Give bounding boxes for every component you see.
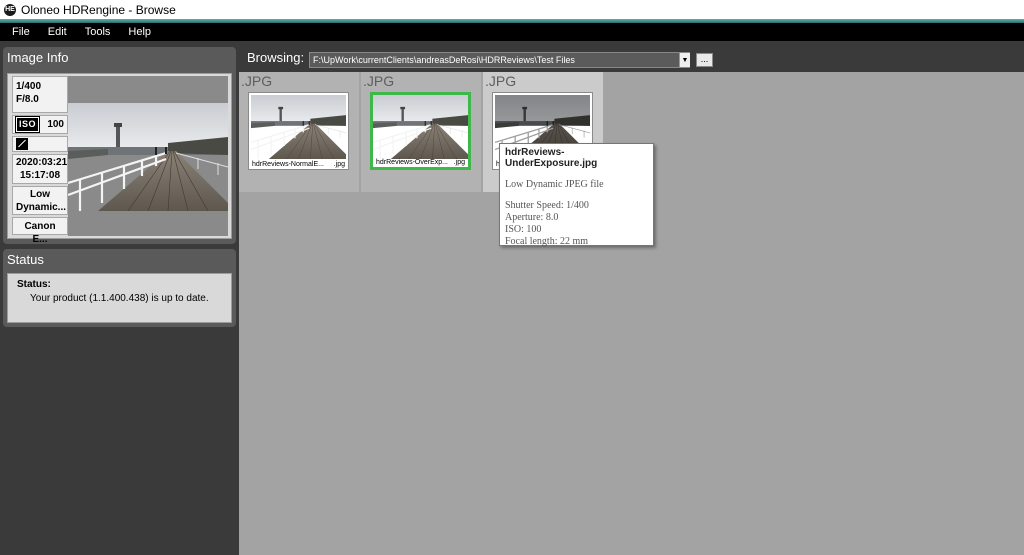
path-dropdown-chevron-icon[interactable]: ▼ [679,53,690,67]
thumbnail-suffix: .jpg [333,161,345,168]
menu-edit[interactable]: Edit [38,26,75,38]
file-info-tooltip: hdrReviews-UnderExposure.jpg Low Dynamic… [499,143,654,247]
iso-icon: ISO [14,116,41,133]
tooltip-shutter: Shutter Speed: 1/400 [505,200,589,211]
status-panel: Status Status: Your product (1.1.400.438… [3,249,236,327]
camera-cell: Canon E... [12,217,68,245]
dynamic-range-cell: Low Dynamic... [12,186,68,215]
file-extension-label: .JPG [363,73,395,89]
exposure-compensation-cell [12,136,68,152]
tooltip-file-type: Low Dynamic JPEG file [505,179,604,190]
status-label: Status: [17,279,51,290]
menu-bar: File Edit Tools Help [0,23,1024,41]
exposure-cell: 1/400 F/8.0 [12,76,68,113]
aperture-value: F/8.0 [16,94,39,105]
thumbnail-suffix: .jpg [453,159,465,166]
status-text: Your product (1.1.400.438) is up to date… [30,293,209,304]
dynamic-line-1: Low [30,189,50,200]
thumbnail-item[interactable]: .JPG hdrReviews-NormalE... .jpg [239,72,359,192]
left-sidebar: Image Info 1/400 F/8.0 ISO 100 2020:03:2… [0,41,239,555]
menu-help[interactable]: Help [118,26,159,38]
thumbnail-frame-selected[interactable]: hdrReviews-OverExp... .jpg [370,92,471,170]
exif-cells: 1/400 F/8.0 ISO 100 2020:03:21 15:17:08 … [12,76,68,245]
dynamic-line-2: Dynamic... [16,202,67,213]
thumbnail-filename: hdrReviews-OverExp... [376,159,448,166]
image-info-content: 1/400 F/8.0 ISO 100 2020:03:21 15:17:08 … [7,73,232,245]
status-content: Status: Your product (1.1.400.438) is up… [7,273,232,323]
path-combobox[interactable]: F:\UpWork\currentClients\andreasDeRosi\H… [309,52,690,68]
app-logo-icon: HE [4,3,16,16]
tooltip-iso: ISO: 100 [505,224,542,235]
status-title: Status [7,252,44,267]
exposure-compensation-icon [16,138,28,150]
menu-file[interactable]: File [0,26,38,38]
tooltip-filename: hdrReviews-UnderExposure.jpg [505,147,598,169]
thumbnail-image [251,95,346,159]
thumbnail-item[interactable]: .JPG hdrReviews-OverExp... .jpg [361,72,481,192]
image-info-panel: Image Info 1/400 F/8.0 ISO 100 2020:03:2… [3,47,236,245]
datetime-cell: 2020:03:21 15:17:08 [12,154,68,184]
tooltip-aperture: Aperture: 8.0 [505,212,559,223]
thumbnail-filename: hdrReviews-NormalE... [252,161,324,168]
time-value: 15:17:08 [19,170,61,181]
iso-cell: ISO 100 [12,115,68,134]
window-title: Oloneo HDRengine - Browse [21,2,176,17]
browse-label: Browsing: [247,50,305,65]
file-extension-label: .JPG [241,73,273,89]
shutter-value: 1/400 [16,81,42,92]
tooltip-focal-length: Focal length: 22 mm [505,236,589,247]
thumbnail-frame[interactable]: hdrReviews-NormalE... .jpg [248,92,349,170]
window-title-bar: HE Oloneo HDRengine - Browse [0,0,1024,19]
iso-value: 100 [47,119,64,130]
thumbnail-image [373,95,468,159]
browse-folder-button[interactable]: ... [696,53,713,67]
image-info-title: Image Info [7,50,69,65]
preview-photo [68,103,228,211]
browse-bar: Browsing: F:\UpWork\currentClients\andre… [239,41,1024,72]
image-preview [68,76,228,236]
menu-tools[interactable]: Tools [75,26,119,38]
file-extension-label: .JPG [485,73,517,89]
date-value: 2020:03:21 [16,157,68,168]
